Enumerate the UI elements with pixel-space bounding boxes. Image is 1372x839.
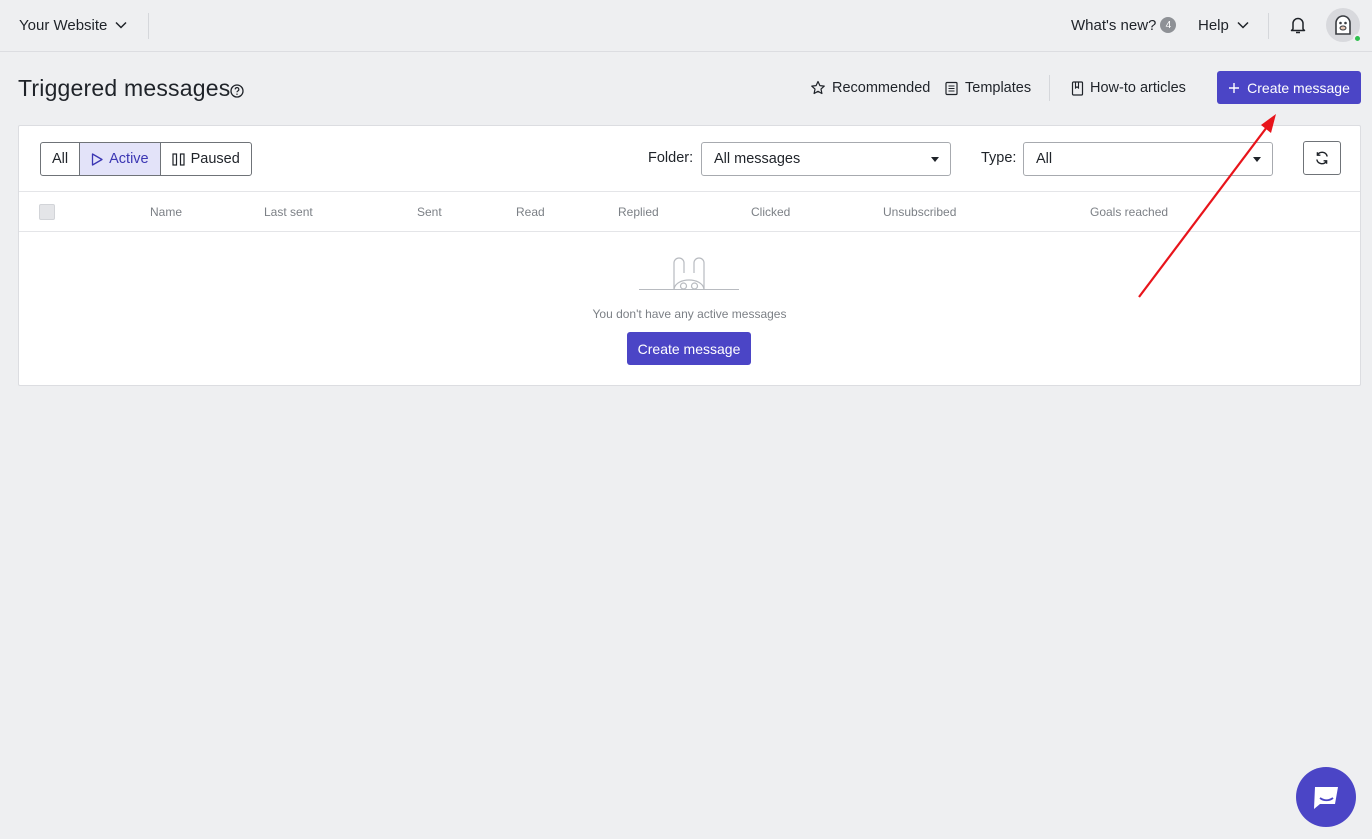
help-label: Help [1198,16,1229,34]
play-icon [91,152,103,166]
filter-active-label: Active [109,151,149,167]
refresh-icon [1316,151,1328,165]
filter-all-label: All [52,151,69,167]
online-status-dot [1353,34,1362,43]
column-header-replied[interactable]: Replied [618,205,659,219]
plus-icon [1229,82,1240,93]
whats-new-count-badge: 4 [1160,17,1177,33]
whats-new-label: What's new? [1071,16,1157,34]
chevron-down-icon [115,21,127,29]
filter-paused[interactable]: Paused [161,143,251,175]
column-header-name[interactable]: Name [150,205,182,219]
bell-icon[interactable] [1289,15,1307,35]
create-message-empty-label: Create message [637,340,741,357]
page-title: Triggered messages [18,75,231,101]
column-header-clicked[interactable]: Clicked [751,205,790,219]
templates-label: Templates [965,80,1032,96]
chat-widget-button[interactable] [1296,767,1356,827]
empty-state-text: You don't have any active messages [592,307,787,321]
recommended-link[interactable]: Recommended [810,78,930,98]
avatar-face-icon [1335,15,1351,35]
how-to-articles-link[interactable]: How-to articles [1071,78,1186,98]
templates-link[interactable]: Templates [944,78,1031,98]
create-message-button[interactable]: Create message [1217,71,1361,104]
status-filter: All Active Paused [40,142,252,176]
filter-active[interactable]: Active [79,143,161,175]
folder-select-value: All messages [714,151,801,167]
chevron-down-icon [1237,21,1249,29]
divider [1049,75,1050,101]
whats-new-button[interactable]: What's new? 4 [1071,14,1177,36]
type-label: Type: [981,150,1017,166]
divider [148,13,149,39]
select-all-checkbox[interactable] [39,204,55,220]
empty-state-bunny-icon [639,257,739,290]
annotation-arrow [1138,114,1276,298]
how-to-articles-label: How-to articles [1090,80,1186,96]
filter-all[interactable]: All [41,143,79,175]
templates-icon [945,81,958,95]
folder-label: Folder: [648,150,694,166]
help-question-icon[interactable] [230,84,244,98]
refresh-button[interactable] [1303,141,1341,175]
book-icon [1071,80,1084,96]
pause-icon [172,152,185,166]
divider [1268,13,1269,39]
folder-select[interactable]: All messages [701,142,951,176]
column-header-read[interactable]: Read [516,205,545,219]
caret-down-icon [931,157,939,162]
top-bar: Your Website What's new? 4 Help [0,0,1372,52]
column-header-last-sent[interactable]: Last sent [264,205,313,219]
create-message-empty-button[interactable]: Create message [627,332,751,365]
column-header-unsubscribed[interactable]: Unsubscribed [883,205,956,219]
website-selector[interactable]: Your Website [19,14,127,36]
filter-paused-label: Paused [190,151,240,167]
column-header-sent[interactable]: Sent [417,205,442,219]
help-menu[interactable]: Help [1198,14,1249,36]
star-icon [811,80,825,95]
chat-bubble-icon [1314,787,1338,809]
website-name: Your Website [19,16,108,34]
recommended-label: Recommended [832,80,931,96]
create-message-label: Create message [1247,79,1350,96]
type-select-value: All [1036,151,1053,167]
